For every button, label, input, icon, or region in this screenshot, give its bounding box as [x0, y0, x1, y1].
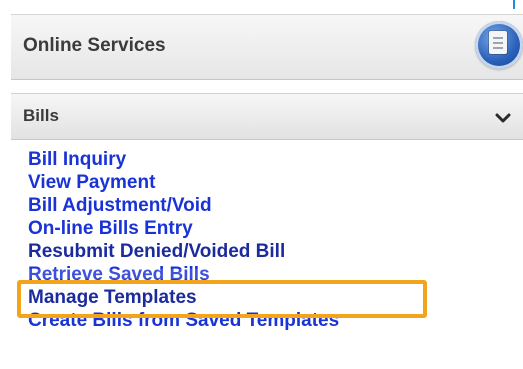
link-resubmit-denied-voided-bill[interactable]: Resubmit Denied/Voided Bill [28, 240, 523, 263]
link-view-payment[interactable]: View Payment [28, 171, 523, 194]
online-services-header: Online Services [11, 14, 523, 80]
text-overlap-overlay [28, 269, 398, 279]
chevron-down-icon[interactable] [495, 110, 511, 126]
document-sheet-icon [489, 31, 507, 54]
top-edge-marker [513, 0, 515, 9]
link-manage-templates[interactable]: Manage Templates [28, 286, 523, 309]
bills-link-list: Bill Inquiry View Payment Bill Adjustmen… [28, 148, 523, 332]
link-bill-adjustment-void[interactable]: Bill Adjustment/Void [28, 194, 523, 217]
section-label: Bills [23, 106, 59, 125]
link-bill-inquiry[interactable]: Bill Inquiry [28, 148, 523, 171]
link-create-bills-from-saved-templates[interactable]: Create Bills from Saved Templates [28, 309, 523, 332]
panel-title: Online Services [23, 35, 166, 56]
link-online-bills-entry[interactable]: On-line Bills Entry [28, 217, 523, 240]
bills-section-header[interactable]: Bills [11, 93, 523, 140]
top-strip [0, 0, 523, 6]
document-icon[interactable] [475, 21, 523, 69]
